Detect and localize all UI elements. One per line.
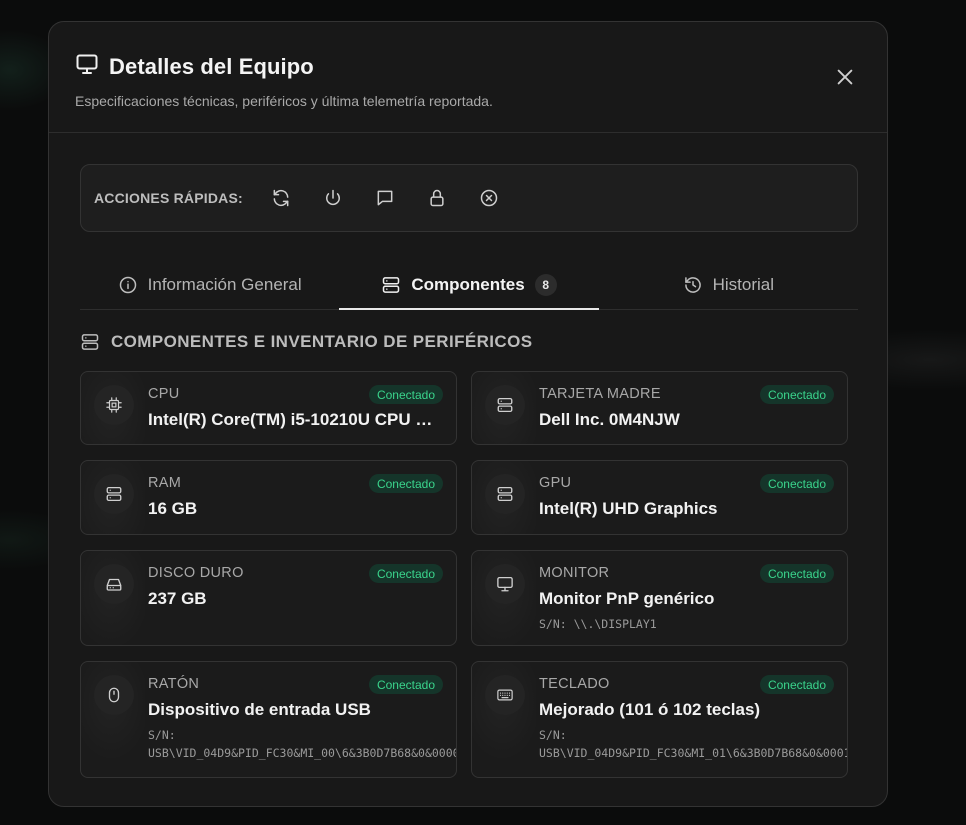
status-badge: Conectado bbox=[759, 385, 834, 404]
component-value: Mejorado (101 ó 102 teclas) bbox=[539, 700, 761, 719]
component-card-cpu[interactable]: CPU Intel(R) Core(TM) i5-10210U CPU @ 1.… bbox=[80, 371, 457, 445]
power-icon bbox=[325, 189, 340, 206]
lock-button[interactable] bbox=[421, 182, 453, 214]
server-icon bbox=[383, 276, 400, 293]
serial-number-label: S/N: bbox=[148, 728, 176, 742]
status-badge: Conectado bbox=[759, 675, 834, 694]
component-label: RATÓN bbox=[148, 676, 200, 692]
mouse-icon bbox=[108, 687, 120, 703]
serial-number: USB\VID_04D9&PID_FC30&MI_01\6&3B0D7B68&0… bbox=[539, 746, 848, 760]
power-button[interactable] bbox=[317, 182, 349, 214]
components-count-badge: 8 bbox=[534, 273, 557, 296]
quick-actions-bar: ACCIONES RÁPIDAS: bbox=[80, 164, 858, 232]
component-card-ram[interactable]: RAM 16 GB Conectado bbox=[80, 460, 457, 535]
component-card-mouse[interactable]: RATÓN Dispositivo de entrada USB S/N: US… bbox=[80, 661, 457, 778]
component-value: Intel(R) UHD Graphics bbox=[539, 499, 718, 518]
tab-general-info-label: Información General bbox=[147, 274, 302, 294]
close-icon bbox=[837, 69, 853, 85]
component-value: Monitor PnP genérico bbox=[539, 589, 715, 608]
modal-subtitle: Especificaciones técnicas, periféricos y… bbox=[75, 93, 493, 109]
tab-history-label: Historial bbox=[712, 274, 775, 294]
component-card-monitor[interactable]: MONITOR Monitor PnP genérico S/N: \\.\DI… bbox=[471, 550, 848, 646]
component-label: MONITOR bbox=[539, 565, 610, 581]
tab-components[interactable]: Componentes 8 bbox=[339, 260, 599, 310]
status-badge: Conectado bbox=[368, 474, 443, 493]
hard-drive-icon bbox=[106, 578, 122, 591]
status-badge: Conectado bbox=[759, 474, 834, 493]
info-icon bbox=[119, 276, 136, 293]
component-value: Dell Inc. 0M4NJW bbox=[539, 410, 680, 429]
component-label: TECLADO bbox=[539, 676, 610, 692]
keyboard-icon bbox=[497, 689, 513, 701]
message-button[interactable] bbox=[369, 182, 401, 214]
equipment-details-modal: Detalles del Equipo Especificaciones téc… bbox=[48, 21, 888, 807]
server-icon bbox=[497, 486, 513, 502]
component-card-keyboard[interactable]: TECLADO Mejorado (101 ó 102 teclas) S/N:… bbox=[471, 661, 848, 778]
component-card-motherboard[interactable]: TARJETA MADRE Dell Inc. 0M4NJW Conectado bbox=[471, 371, 848, 445]
title-row: Detalles del Equipo bbox=[75, 52, 887, 81]
message-icon bbox=[377, 190, 393, 206]
modal-title: Detalles del Equipo bbox=[109, 53, 314, 79]
server-icon bbox=[106, 486, 122, 502]
component-value: 237 GB bbox=[148, 589, 207, 608]
component-label: CPU bbox=[148, 386, 180, 402]
monitor-icon bbox=[497, 576, 513, 592]
serial-number: S/N: \\.\DISPLAY1 bbox=[539, 617, 657, 631]
component-label: TARJETA MADRE bbox=[539, 386, 661, 402]
status-badge: Conectado bbox=[368, 675, 443, 694]
card-icon-wrap bbox=[94, 385, 134, 425]
server-icon bbox=[81, 334, 99, 350]
component-card-gpu[interactable]: GPU Intel(R) UHD Graphics Conectado bbox=[471, 460, 848, 535]
component-label: DISCO DURO bbox=[148, 565, 244, 581]
card-icon-wrap bbox=[485, 564, 525, 604]
tab-components-label: Componentes bbox=[411, 274, 525, 294]
refresh-icon bbox=[273, 189, 289, 207]
component-value: Intel(R) Core(TM) i5-10210U CPU @ 1.60GH… bbox=[148, 410, 438, 429]
component-label: RAM bbox=[148, 475, 182, 491]
tab-general-info[interactable]: Información General bbox=[80, 260, 339, 309]
history-icon bbox=[684, 276, 701, 293]
status-badge: Conectado bbox=[368, 564, 443, 583]
component-label: GPU bbox=[539, 475, 572, 491]
server-icon bbox=[497, 397, 513, 413]
serial-number: USB\VID_04D9&PID_FC30&MI_00\6&3B0D7B68&0… bbox=[148, 746, 457, 760]
close-button[interactable] bbox=[833, 65, 857, 89]
card-icon-wrap bbox=[94, 564, 134, 604]
card-icon-wrap bbox=[485, 474, 525, 514]
refresh-button[interactable] bbox=[265, 182, 297, 214]
component-card-hard-drive[interactable]: DISCO DURO 237 GB Conectado bbox=[80, 550, 457, 646]
serial-number-label: S/N: bbox=[539, 728, 567, 742]
tab-bar: Información General Componentes 8 Histor… bbox=[80, 260, 858, 310]
section-title: COMPONENTES E INVENTARIO DE PERIFÉRICOS bbox=[111, 332, 533, 351]
cancel-button[interactable] bbox=[473, 182, 505, 214]
component-value: Dispositivo de entrada USB bbox=[148, 700, 371, 719]
tab-history[interactable]: Historial bbox=[599, 260, 858, 309]
quick-actions-label: ACCIONES RÁPIDAS: bbox=[94, 190, 243, 206]
section-heading: COMPONENTES E INVENTARIO DE PERIFÉRICOS bbox=[80, 332, 532, 352]
status-badge: Conectado bbox=[368, 385, 443, 404]
modal-header: Detalles del Equipo Especificaciones téc… bbox=[49, 22, 887, 133]
cpu-icon bbox=[106, 397, 122, 413]
lock-icon bbox=[430, 189, 444, 207]
monitor-icon bbox=[75, 52, 99, 81]
card-icon-wrap bbox=[485, 675, 525, 715]
card-icon-wrap bbox=[94, 675, 134, 715]
card-icon-wrap bbox=[485, 385, 525, 425]
cancel-circle-icon bbox=[480, 189, 498, 207]
card-icon-wrap bbox=[94, 474, 134, 514]
component-value: 16 GB bbox=[148, 499, 198, 518]
status-badge: Conectado bbox=[759, 564, 834, 583]
